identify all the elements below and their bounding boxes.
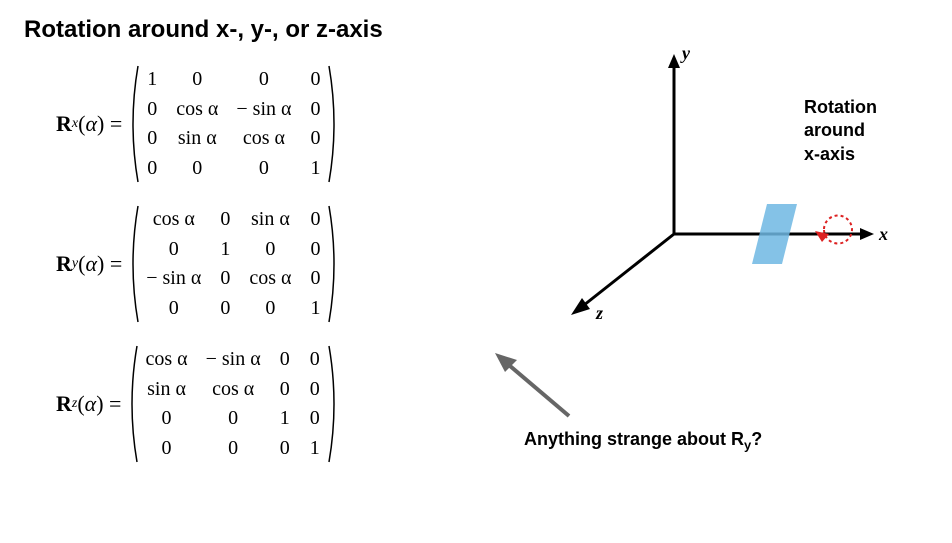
matrix-cell: 0 [309,267,321,291]
rotation-label: Rotation around x-axis [804,96,877,166]
matrix-cell: 0 [219,297,231,321]
arrow-to-ry-icon [489,346,579,426]
matrix-cell: 0 [219,208,231,232]
matrix-cell: 1 [309,297,321,321]
matrix-cell: sin α [145,378,187,402]
matrix-cell: 0 [309,348,321,372]
matrices-column: Rx(α) = 10000cos α− sin α00sin αcos α000… [24,64,474,484]
matrix-cell: − sin α [236,98,291,122]
matrix-cell: cos α [236,127,291,151]
svg-text:y: y [680,43,691,63]
matrix-cell: 0 [309,208,321,232]
matrix-cell: 1 [219,238,231,262]
rz-lhs: Rz(α) = [56,391,121,417]
ry-lhs: Ry(α) = [56,251,122,277]
matrix-cell: cos α [145,348,187,372]
matrix-cell: 0 [146,297,201,321]
matrix-cell: 0 [279,437,291,461]
right-paren-icon [327,204,339,324]
matrix-cell: sin α [249,208,291,232]
rx-matrix: 10000cos α− sin α00sin αcos α00001 [128,64,339,184]
svg-text:x: x [878,224,888,244]
matrix-cell: 0 [146,238,201,262]
matrix-cell: 0 [176,68,218,92]
question-text: Anything strange about Ry? [524,429,762,453]
rx-equation: Rx(α) = 10000cos α− sin α00sin αcos α000… [56,64,474,184]
matrix-cell: 0 [236,157,291,181]
ry-matrix: cos α0sin α00100− sin α0cos α00001 [128,204,339,324]
matrix-cell: − sin α [146,267,201,291]
matrix-cell: sin α [176,127,218,151]
rz-matrix: cos α− sin α00sin αcos α0000100001 [127,344,338,464]
matrix-cell: 1 [309,157,321,181]
left-paren-icon [127,344,139,464]
matrix-cell: 0 [309,378,321,402]
matrix-cell: cos α [176,98,218,122]
matrix-cell: 0 [206,407,261,431]
left-paren-icon [128,64,140,184]
matrix-cell: 0 [206,437,261,461]
rz-equation: Rz(α) = cos α− sin α00sin αcos α00001000… [56,344,474,464]
matrix-cell: 0 [279,378,291,402]
matrix-cell: 0 [219,267,231,291]
matrix-cell: 0 [236,68,291,92]
axes-diagram: y x z [534,34,894,324]
svg-text:z: z [595,303,603,323]
left-paren-icon [128,204,140,324]
matrix-cell: 1 [309,437,321,461]
matrix-cell: 0 [145,407,187,431]
matrix-cell: 0 [145,437,187,461]
right-paren-icon [327,64,339,184]
matrix-cell: cos α [146,208,201,232]
matrix-cell: 0 [309,98,321,122]
matrix-cell: 0 [249,238,291,262]
matrix-cell: − sin α [206,348,261,372]
right-column: y x z Rotation around x-axis Anything st [474,64,928,484]
matrix-cell: 0 [279,348,291,372]
rx-lhs: Rx(α) = [56,111,122,137]
matrix-cell: 1 [146,68,158,92]
matrix-cell: 0 [146,98,158,122]
matrix-cell: 0 [309,127,321,151]
matrix-cell: cos α [206,378,261,402]
matrix-cell: 0 [146,127,158,151]
ry-equation: Ry(α) = cos α0sin α00100− sin α0cos α000… [56,204,474,324]
matrix-cell: 0 [176,157,218,181]
matrix-cell: 0 [249,297,291,321]
matrix-cell: 1 [279,407,291,431]
right-paren-icon [327,344,339,464]
matrix-cell: 0 [309,407,321,431]
matrix-cell: 0 [309,238,321,262]
matrix-cell: 0 [309,68,321,92]
matrix-cell: 0 [146,157,158,181]
matrix-cell: cos α [249,267,291,291]
content-area: Rx(α) = 10000cos α− sin α00sin αcos α000… [24,64,928,484]
